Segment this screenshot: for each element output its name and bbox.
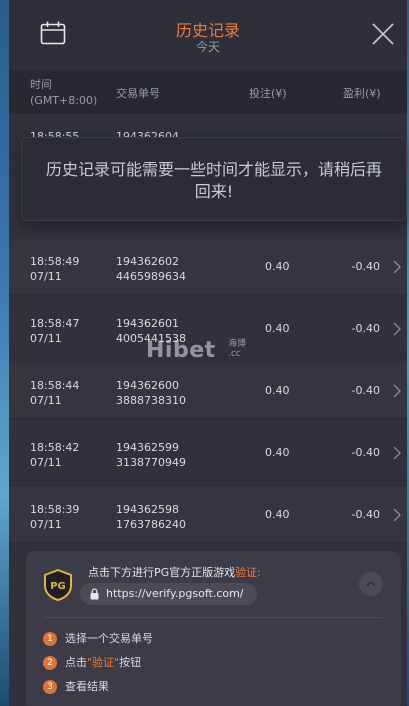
step-number: 3 [43, 680, 57, 694]
row-profit: -0.40 [351, 260, 380, 273]
background-edge-left [0, 0, 9, 706]
step-text: 点击"验证"按钮 [65, 656, 142, 669]
step-text: 选择一个交易单号 [65, 632, 153, 645]
verification-panel: PG 点击下方进行PG官方正版游戏验证: https://verify.pgso… [26, 551, 401, 706]
row-profit: -0.40 [351, 446, 380, 459]
row-time: 18:58:39 07/11 [30, 503, 80, 531]
column-transaction-id: 交易单号 [116, 87, 160, 100]
row-transaction-id: 194362600 3888738310 [116, 379, 186, 407]
row-profit: -0.40 [351, 384, 380, 397]
table-row[interactable]: 18:58:42 07/11 194362599 3138770949 0.40 -… [9, 425, 407, 481]
row-time: 18:58:44 07/11 [30, 379, 80, 407]
chevron-right-icon[interactable] [393, 322, 401, 336]
hibet-watermark: Hibet 海博 .cc [146, 338, 266, 368]
chevron-right-icon[interactable] [393, 384, 401, 398]
row-time: 18:58:49 07/11 [30, 255, 80, 283]
row-transaction-id: 194362598 1763786240 [116, 503, 186, 531]
table-row[interactable]: 18:58:44 07/11 194362600 3888738310 0.40 -… [9, 363, 407, 419]
svg-text:PG: PG [50, 581, 66, 592]
watermark-text: Hibet [146, 338, 216, 363]
column-time-zone: (GMT+8:00) [30, 94, 98, 107]
verify-url-text: https://verify.pgsoft.com/ [106, 587, 244, 600]
row-bet: 0.40 [265, 508, 290, 521]
lock-icon [90, 588, 99, 600]
loading-notice-toast: 历史记录可能需要一些时间才能显示，请稍后再回来! [21, 137, 407, 221]
chevron-up-icon [366, 580, 376, 587]
row-transaction-id: 194362599 3138770949 [116, 441, 186, 469]
row-profit: -0.40 [351, 508, 380, 521]
divider [43, 617, 383, 618]
loading-notice-text: 历史记录可能需要一些时间才能显示，请稍后再回来! [45, 160, 382, 201]
header: 历史记录 今天 [9, 0, 407, 70]
row-time: 18:58:47 07/11 [30, 317, 80, 345]
close-icon[interactable] [370, 21, 396, 47]
row-transaction-id: 194362602 4465989634 [116, 255, 186, 283]
chevron-right-icon[interactable] [393, 446, 401, 460]
history-panel: 历史记录 今天 时间 (GMT+8:00) 交易单号 投注(¥) 盈利(¥) 1… [9, 0, 407, 706]
collapse-button[interactable] [359, 572, 383, 596]
chevron-right-icon[interactable] [393, 508, 401, 522]
column-time-label: 时间 [30, 78, 52, 91]
verify-url-link[interactable]: https://verify.pgsoft.com/ [80, 583, 257, 605]
table-row[interactable]: 18:58:49 07/11 194362602 4465989634 0.40 -… [9, 239, 407, 295]
watermark-side-text: 海博 .cc [228, 339, 247, 359]
table-header: 时间 (GMT+8:00) 交易单号 投注(¥) 盈利(¥) [9, 70, 407, 114]
row-time: 18:58:42 07/11 [30, 441, 80, 469]
column-profit: 盈利(¥) [343, 87, 381, 100]
row-bet: 0.40 [265, 260, 290, 273]
column-bet: 投注(¥) [249, 87, 287, 100]
pg-logo-icon: PG [44, 569, 72, 601]
step-number: 2 [43, 656, 57, 670]
table-row[interactable]: 18:58:39 07/11 194362598 1763786240 0.40 -… [9, 487, 407, 543]
row-bet: 0.40 [265, 446, 290, 459]
chevron-right-icon[interactable] [393, 260, 401, 274]
verification-title: 点击下方进行PG官方正版游戏验证: [88, 566, 261, 579]
row-bet: 0.40 [265, 384, 290, 397]
row-profit: -0.40 [351, 322, 380, 335]
step-number: 1 [43, 632, 57, 646]
row-bet: 0.40 [265, 322, 290, 335]
date-filter-label[interactable]: 今天 [9, 38, 407, 55]
column-time: 时间 (GMT+8:00) [30, 77, 97, 109]
step-text: 查看结果 [65, 680, 109, 693]
